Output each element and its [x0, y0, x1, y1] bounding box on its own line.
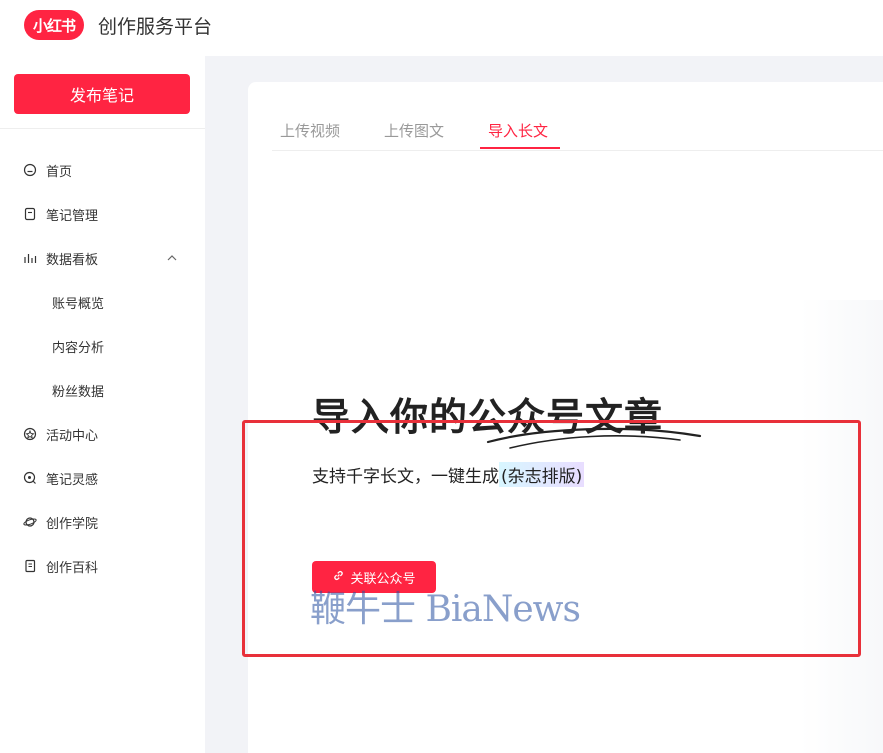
- platform-title: 创作服务平台: [98, 16, 213, 38]
- top-header: 小红书 创作服务平台: [0, 0, 883, 56]
- sidebar-item-label: 创作百科: [46, 560, 99, 576]
- book-icon: [22, 558, 38, 574]
- tab-upload-image-text[interactable]: 上传图文: [384, 120, 444, 141]
- sidebar-item-data-dashboard[interactable]: 数据看板: [0, 236, 205, 280]
- sidebar-item-label: 首页: [46, 164, 73, 180]
- chevron-up-icon[interactable]: [164, 250, 180, 266]
- inspiration-icon: [22, 470, 38, 486]
- bar-chart-icon: [22, 250, 38, 266]
- sidebar: 发布笔记 首页 笔记管理 数据看板 账号概览 内容分析 粉丝数据 活动中心 笔记…: [0, 56, 205, 753]
- upload-tabs: [272, 104, 883, 151]
- red-highlight-box: [242, 420, 861, 657]
- sidebar-item-account-overview[interactable]: 账号概览: [0, 280, 205, 324]
- sidebar-divider: [0, 128, 205, 129]
- sidebar-item-label: 内容分析: [52, 340, 105, 356]
- sidebar-item-label: 笔记灵感: [46, 472, 99, 488]
- sidebar-item-note-management[interactable]: 笔记管理: [0, 192, 205, 236]
- sidebar-item-creator-academy[interactable]: 创作学院: [0, 500, 205, 544]
- note-icon: [22, 206, 38, 222]
- tab-import-long-article[interactable]: 导入长文: [488, 120, 548, 141]
- sidebar-item-note-inspiration[interactable]: 笔记灵感: [0, 456, 205, 500]
- sidebar-item-label: 粉丝数据: [52, 384, 105, 400]
- sidebar-item-label: 笔记管理: [46, 208, 99, 224]
- planet-icon: [22, 514, 38, 530]
- tab-upload-video[interactable]: 上传视频: [280, 120, 340, 141]
- sidebar-item-activity-center[interactable]: 活动中心: [0, 412, 205, 456]
- publish-note-button[interactable]: 发布笔记: [14, 74, 190, 114]
- sidebar-item-label: 创作学院: [46, 516, 99, 532]
- active-tab-indicator: [480, 147, 560, 149]
- sidebar-item-label: 活动中心: [46, 428, 99, 444]
- sidebar-item-label: 账号概览: [52, 296, 105, 312]
- activity-icon: [22, 426, 38, 442]
- sidebar-item-home[interactable]: 首页: [0, 148, 205, 192]
- app-logo[interactable]: 小红书: [24, 10, 84, 40]
- sidebar-item-label: 数据看板: [46, 252, 99, 268]
- sidebar-item-creator-wiki[interactable]: 创作百科: [0, 544, 205, 588]
- home-icon: [22, 162, 38, 178]
- sidebar-item-content-analysis[interactable]: 内容分析: [0, 324, 205, 368]
- sidebar-item-fan-data[interactable]: 粉丝数据: [0, 368, 205, 412]
